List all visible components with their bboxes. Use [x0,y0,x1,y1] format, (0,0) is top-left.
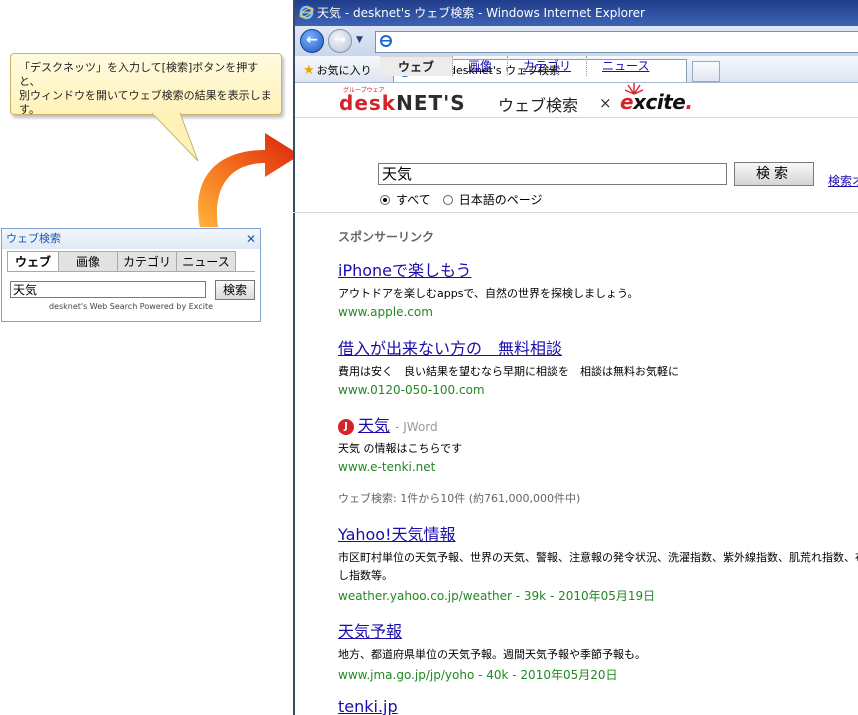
sponsored-result: 借入が出来ない方の 無料相談 費用は安く 良い結果を望むなら早期に相談を 相談は… [338,335,858,397]
search-result: Yahoo!天気情報 市区町村単位の天気予報、世界の天気、警報、注意報の発令状況… [338,521,858,604]
widget-title: ウェブ検索 [6,232,61,245]
widget-header: ウェブ検索 ✕ [2,229,260,249]
widget-tab-news[interactable]: ニュース [176,251,236,272]
widget-search-input[interactable]: 天気 [10,281,206,298]
widget-tab-category[interactable]: カテゴリ [117,251,177,272]
widget-search-button[interactable]: 検索 [215,280,255,300]
callout-line-2: 別ウィンドウを開いてウェブ検索の結果を表示します。 [19,89,272,116]
jword-icon: J [338,419,354,435]
result-title-link[interactable]: 借入が出来ない方の 無料相談 [338,335,858,359]
widget-tab-images[interactable]: 画像 [58,251,118,272]
close-icon[interactable]: ✕ [246,229,256,249]
radio-japanese[interactable] [442,194,453,205]
language-radios: すべて 日本語のページ [380,191,554,208]
results-area: 天気 検索 検索オプション すべて 日本語のページ スポンサーリンク iPhon… [293,0,858,715]
widget-body: 天気 検索 desknet's Web Search Powered by Ex… [7,271,255,321]
result-description: 天気 の情報はこちらです [338,442,463,455]
result-url: www.apple.com [338,305,433,319]
result-description: 市区町村単位の天気予報、世界の天気、警報、注意報の発令状況、洗濯指数、紫外線指数… [338,551,858,582]
result-url: www.e-tenki.net [338,460,436,474]
widget-footer: desknet's Web Search Powered by Excite [48,302,214,311]
search-result: tenki.jp [338,697,858,715]
instruction-callout: 「デスクネッツ」を入力して[検索]ボタンを押すと、 別ウィンドウを開いてウェブ検… [10,53,282,116]
search-divider [293,212,858,213]
radio-japanese-label: 日本語のページ [458,193,543,207]
result-url: www.0120-050-100.com [338,383,485,397]
result-count: ウェブ検索: 1件から10件 (約761,000,000件中) [338,492,581,505]
search-options-link[interactable]: 検索オプション [828,172,858,189]
result-description: 地方、都道府県単位の天気予報。週間天気予報や季節予報も。 [338,648,646,661]
jword-source: - JWord [395,420,438,434]
result-url: www.jma.go.jp/jp/yoho - 40k - 2010年05月20… [338,668,618,682]
sponsored-result: iPhoneで楽しもう アウトドアを楽しむappsで、自然の世界を探検しましょう… [338,257,858,319]
result-url: weather.yahoo.co.jp/weather - 39k - 2010… [338,589,656,603]
jword-result: J 天気 - JWord 天気 の情報はこちらです www.e-tenki.net [338,412,858,474]
result-title-link[interactable]: 天気予報 [338,618,858,642]
result-description: 費用は安く 良い結果を望むなら早期に相談を 相談は無料お気軽に [338,365,679,378]
result-description: アウトドアを楽しむappsで、自然の世界を探検しましょう。 [338,287,639,300]
result-title-link[interactable]: 天気 [358,416,390,435]
search-button[interactable]: 検索 [734,162,814,186]
radio-all-label: すべて [396,193,431,207]
result-title-link[interactable]: tenki.jp [338,697,858,715]
radio-all[interactable] [380,194,390,205]
search-input[interactable]: 天気 [378,163,727,185]
widget-tabs: ウェブ 画像 カテゴリ ニュース [7,251,260,272]
callout-line-1: 「デスクネッツ」を入力して[検索]ボタンを押すと、 [19,61,259,88]
search-result: 天気予報 地方、都道府県単位の天気予報。週間天気予報や季節予報も。 www.jm… [338,618,858,683]
sponsor-heading: スポンサーリンク [338,230,435,244]
result-title-link[interactable]: iPhoneで楽しもう [338,257,858,281]
result-title-link[interactable]: Yahoo!天気情報 [338,521,858,545]
widget-tab-web[interactable]: ウェブ [7,251,59,272]
curved-arrow-icon [198,133,300,227]
web-search-widget: ウェブ検索 ✕ ウェブ 画像 カテゴリ ニュース 天気 検索 desknet's… [1,228,261,322]
